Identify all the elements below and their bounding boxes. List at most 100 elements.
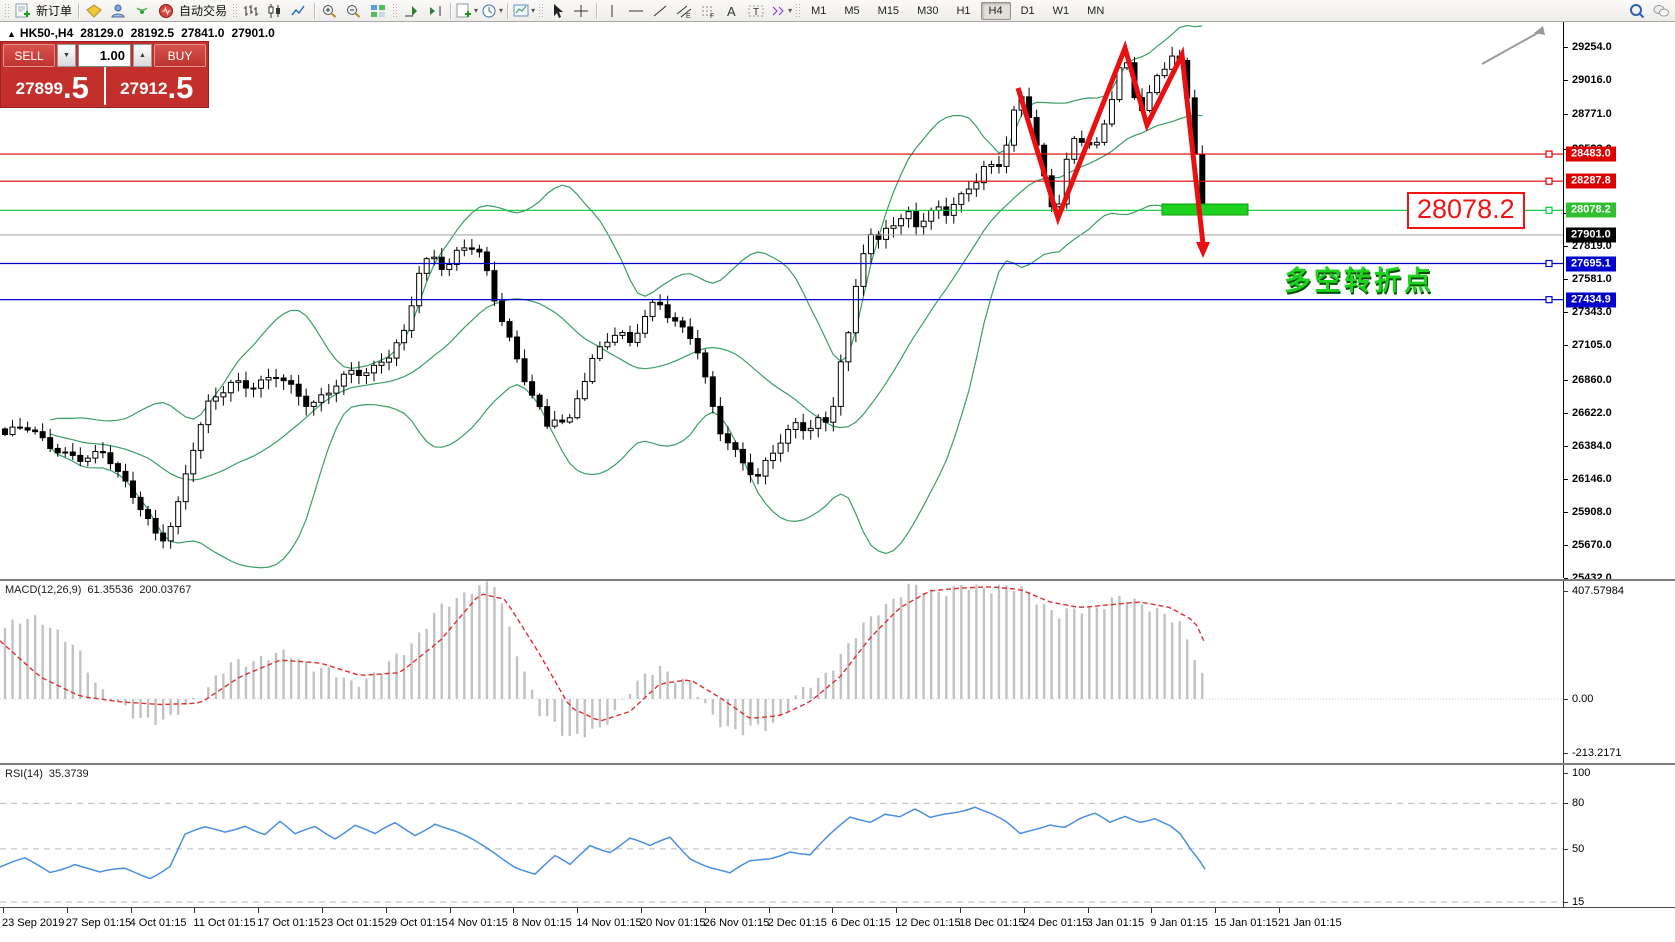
chart-template-icon[interactable]: ▾ xyxy=(511,0,536,21)
macd-tick xyxy=(1564,699,1568,700)
new-chart-dropdown-caret[interactable]: ▾ xyxy=(474,6,478,15)
zoom-in-icon[interactable] xyxy=(318,0,342,21)
volume-increase-button[interactable]: ▲ xyxy=(133,44,152,67)
auto-scroll-icon[interactable] xyxy=(399,0,423,21)
price-tick-label: 26860.0 xyxy=(1572,374,1612,386)
arrows-icon[interactable]: ▾ xyxy=(768,0,793,21)
timeframe-m1-button[interactable]: M1 xyxy=(803,2,834,20)
toolbar-grip xyxy=(232,3,237,19)
arrows-dropdown-caret[interactable]: ▾ xyxy=(788,6,792,15)
date-label: 2 Dec 01:15 xyxy=(768,917,827,929)
horizontal-line-icon[interactable] xyxy=(624,0,648,21)
timeframe-h1-button[interactable]: H1 xyxy=(948,2,978,20)
profiles-dropdown-caret[interactable]: ▾ xyxy=(499,6,503,15)
timeframe-w1-button[interactable]: W1 xyxy=(1045,2,1078,20)
new-chart-icon[interactable]: ▾ xyxy=(454,0,479,21)
price-tick-label: 25670.0 xyxy=(1572,539,1612,551)
rsi-value: 35.3739 xyxy=(49,768,89,780)
time-axis: 23 Sep 201927 Sep 01:154 Oct 01:1511 Oct… xyxy=(0,907,1675,942)
profile-icon[interactable] xyxy=(106,0,130,21)
time-tick xyxy=(832,908,833,913)
date-label: 18 Dec 01:15 xyxy=(959,917,1024,929)
toolbar-separator xyxy=(596,3,597,19)
date-label: 14 Nov 01:15 xyxy=(576,917,641,929)
price-tick xyxy=(1564,512,1568,513)
buy-button[interactable]: BUY xyxy=(154,44,206,67)
timeframe-m15-button[interactable]: M15 xyxy=(870,2,907,20)
date-label: 23 Sep 2019 xyxy=(2,917,64,929)
timeframe-d1-button[interactable]: D1 xyxy=(1013,2,1043,20)
ohlc-open: 28129.0 xyxy=(80,26,123,40)
buy-price-main: 27912 xyxy=(120,79,167,99)
rsi-chart xyxy=(0,765,1563,906)
price-tick xyxy=(1564,80,1568,81)
time-tick xyxy=(1215,908,1216,913)
price-tick xyxy=(1564,47,1568,48)
date-label: 15 Jan 01:15 xyxy=(1214,917,1278,929)
fibonacci-icon[interactable]: F xyxy=(696,0,720,21)
buy-price[interactable]: 27912.5 xyxy=(104,67,209,105)
time-tick xyxy=(1279,908,1280,913)
chart-symbol-label: ▲HK50-,H428129.028192.527841.027901.0 xyxy=(7,26,282,40)
macd-value-signal: 200.03767 xyxy=(139,584,191,596)
autotrading-icon[interactable] xyxy=(154,0,178,21)
candlestick-chart-icon[interactable] xyxy=(263,0,287,21)
macd-tick-label: 0.00 xyxy=(1572,693,1593,705)
price-level-label: 28483.0 xyxy=(1566,147,1616,162)
chart-template-dropdown-caret[interactable]: ▾ xyxy=(531,6,535,15)
volume-decrease-button[interactable]: ▼ xyxy=(57,44,76,67)
zoom-out-icon[interactable] xyxy=(342,0,366,21)
line-chart-icon[interactable] xyxy=(287,0,311,21)
cursor-icon[interactable] xyxy=(545,0,569,21)
trend-line-icon[interactable] xyxy=(648,0,672,21)
rsi-tick xyxy=(1564,902,1568,903)
date-label: 17 Oct 01:15 xyxy=(257,917,320,929)
volume-input[interactable] xyxy=(78,44,131,67)
timeframe-h4-button[interactable]: H4 xyxy=(981,2,1011,20)
date-label: 27 Sep 01:15 xyxy=(66,917,131,929)
price-chart xyxy=(0,22,1563,578)
price-level-label: 27695.1 xyxy=(1566,256,1616,271)
new-order-label[interactable]: 新订单 xyxy=(36,2,72,19)
timeframe-m5-button[interactable]: M5 xyxy=(836,2,867,20)
date-label: 3 Jan 01:15 xyxy=(1087,917,1145,929)
profiles-icon[interactable]: ▾ xyxy=(479,0,504,21)
date-label: 23 Oct 01:15 xyxy=(321,917,384,929)
price-tick xyxy=(1564,413,1568,414)
metaeditor-icon[interactable] xyxy=(82,0,106,21)
date-label: 4 Oct 01:15 xyxy=(130,917,187,929)
sell-price[interactable]: 27899.5 xyxy=(1,67,104,105)
timeframe-mn-button[interactable]: MN xyxy=(1079,2,1112,20)
chat-icon[interactable] xyxy=(1649,0,1673,21)
autotrading-label[interactable]: 自动交易 xyxy=(179,2,227,19)
toolbar-separator xyxy=(507,3,508,19)
equidistant-channel-icon[interactable]: E xyxy=(672,0,696,21)
macd-panel: 407.579840.00-213.2171 MACD(12,26,9)61.3… xyxy=(0,579,1675,764)
macd-name: MACD(12,26,9) xyxy=(5,584,81,596)
signals-icon[interactable] xyxy=(130,0,154,21)
timeframe-m30-button[interactable]: M30 xyxy=(909,2,946,20)
macd-tick-label: -213.2171 xyxy=(1572,747,1622,759)
text-label-icon[interactable]: T xyxy=(744,0,768,21)
text-icon[interactable]: A xyxy=(720,0,744,21)
new-order-icon[interactable] xyxy=(11,0,35,21)
rsi-tick xyxy=(1564,773,1568,774)
price-tick-label: 26622.0 xyxy=(1572,407,1612,419)
vertical-line-icon[interactable] xyxy=(600,0,624,21)
crosshair-icon[interactable] xyxy=(569,0,593,21)
time-tick xyxy=(194,908,195,913)
search-icon[interactable] xyxy=(1625,0,1649,21)
rsi-label: RSI(14)35.3739 xyxy=(5,768,95,780)
price-tick xyxy=(1564,479,1568,480)
price-tick xyxy=(1564,345,1568,346)
rsi-tick xyxy=(1564,849,1568,850)
chart-shift-icon[interactable] xyxy=(423,0,447,21)
bar-chart-icon[interactable] xyxy=(239,0,263,21)
one-click-trading-panel: SELL ▼ ▲ BUY 27899.5 27912.5 xyxy=(1,42,208,107)
price-tick xyxy=(1564,279,1568,280)
sell-button[interactable]: SELL xyxy=(3,44,55,67)
price-level-label: 27434.9 xyxy=(1566,292,1616,307)
price-axis: 29254.029016.028771.028523.028057.027819… xyxy=(1563,22,1675,578)
tile-windows-icon[interactable] xyxy=(366,0,390,21)
time-tick xyxy=(641,908,642,913)
